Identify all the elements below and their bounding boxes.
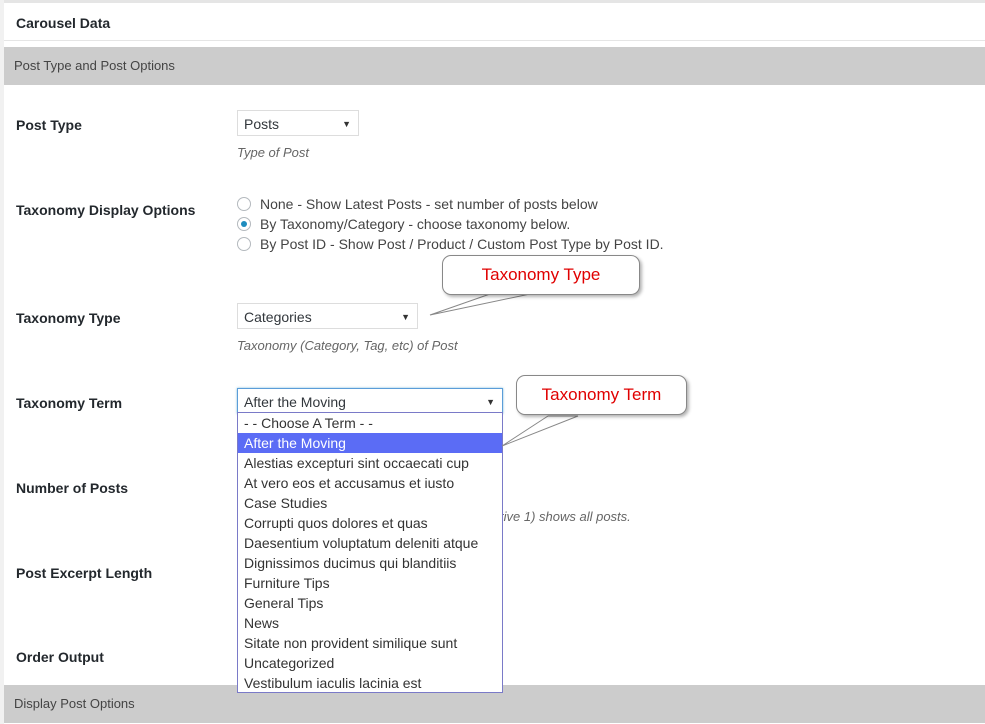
section-post-options[interactable]: Post Type and Post Options: [4, 47, 985, 85]
taxonomy-type-callout: Taxonomy Type: [442, 255, 640, 295]
dropdown-option[interactable]: Dignissimos ducimus qui blanditiis: [238, 553, 502, 573]
taxonomy-term-value: After the Moving: [244, 394, 346, 410]
radio-button[interactable]: [237, 197, 251, 211]
taxonomy-type-label: Taxonomy Type: [16, 310, 121, 326]
dropdown-option[interactable]: General Tips: [238, 593, 502, 613]
dropdown-option[interactable]: Daesentium voluptatum deleniti atque: [238, 533, 502, 553]
post-type-label: Post Type: [16, 117, 82, 133]
number-of-posts-label: Number of Posts: [16, 480, 129, 496]
radio-option-taxonomy[interactable]: By Taxonomy/Category - choose taxonomy b…: [237, 214, 570, 234]
dropdown-option[interactable]: Uncategorized: [238, 653, 502, 673]
radio-label: By Taxonomy/Category - choose taxonomy b…: [260, 216, 571, 232]
dropdown-option[interactable]: Case Studies: [238, 493, 502, 513]
post-excerpt-length-label: Post Excerpt Length: [16, 565, 153, 581]
post-type-value: Posts: [244, 116, 280, 132]
order-output-label: Order Output: [16, 649, 104, 665]
dropdown-option[interactable]: Sitate non provident similique sunt: [238, 633, 502, 653]
taxonomy-type-select[interactable]: Categories ▼: [237, 303, 418, 329]
radio-option-none[interactable]: None - Show Latest Posts - set number of…: [237, 194, 598, 214]
radio-label: By Post ID - Show Post / Product / Custo…: [260, 236, 664, 252]
post-type-description: Type of Post: [237, 145, 310, 160]
taxonomy-type-description: Taxonomy (Category, Tag, etc) of Post: [237, 338, 458, 353]
chevron-down-icon: ▼: [401, 312, 410, 322]
taxonomy-term-dropdown-list[interactable]: - - Choose A Term - - After the Moving Ale…: [237, 412, 503, 693]
taxonomy-term-callout: Taxonomy Term: [516, 375, 687, 415]
panel-title: Carousel Data: [4, 6, 985, 41]
number-of-posts-description: tive 1) shows all posts.: [500, 509, 631, 524]
radio-option-post-id[interactable]: By Post ID - Show Post / Product / Custo…: [237, 234, 664, 254]
post-type-select[interactable]: Posts ▼: [237, 110, 359, 136]
taxonomy-term-label: Taxonomy Term: [16, 395, 123, 411]
dropdown-option[interactable]: At vero eos et accusamus et iusto: [238, 473, 502, 493]
dropdown-option[interactable]: Furniture Tips: [238, 573, 502, 593]
dropdown-option[interactable]: Corrupti quos dolores et quas: [238, 513, 502, 533]
taxonomy-type-value: Categories: [244, 309, 312, 325]
chevron-down-icon: ▼: [342, 119, 351, 129]
dropdown-option[interactable]: News: [238, 613, 502, 633]
dropdown-option[interactable]: Vestibulum iaculis lacinia est: [238, 673, 502, 693]
taxonomy-display-label: Taxonomy Display Options: [16, 202, 196, 218]
radio-button[interactable]: [237, 237, 251, 251]
dropdown-option[interactable]: Alestias excepturi sint occaecati cup: [238, 453, 502, 473]
radio-button-checked[interactable]: [237, 217, 251, 231]
taxonomy-term-select[interactable]: After the Moving ▼: [237, 388, 503, 414]
radio-label: None - Show Latest Posts - set number of…: [260, 196, 598, 212]
dropdown-option[interactable]: After the Moving: [238, 433, 502, 453]
dropdown-option[interactable]: - - Choose A Term - -: [238, 413, 502, 433]
